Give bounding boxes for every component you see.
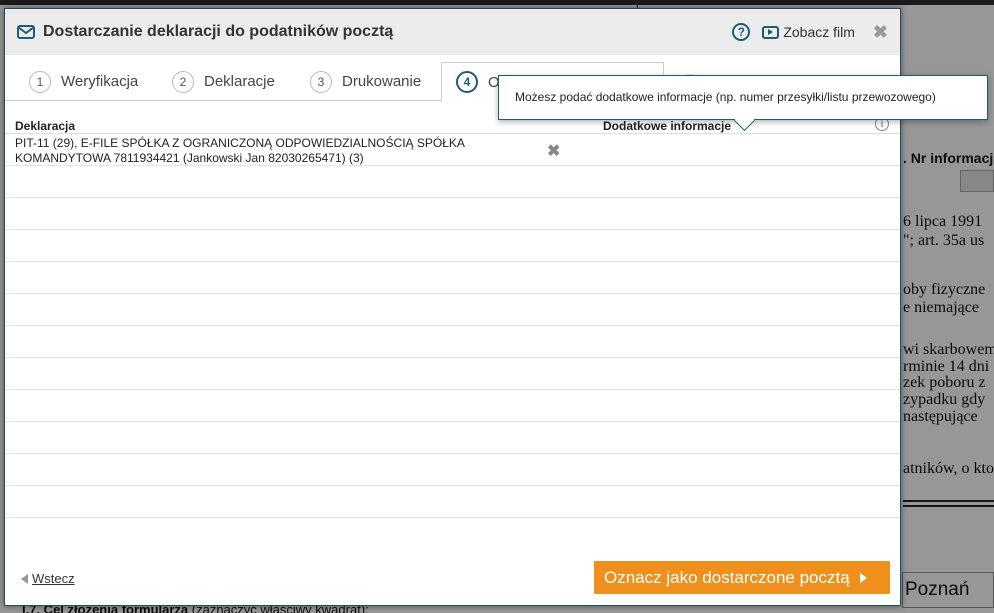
- back-arrow-icon: [21, 573, 28, 584]
- tab-verification[interactable]: 1 Weryfikacja: [29, 62, 138, 101]
- close-icon[interactable]: ✖: [873, 22, 888, 43]
- step-number: 3: [310, 70, 332, 93]
- remove-icon[interactable]: ✖: [547, 141, 560, 161]
- table-row: [5, 294, 900, 326]
- step-number: 2: [172, 70, 194, 93]
- video-icon: [762, 25, 780, 39]
- table-row: [5, 358, 900, 390]
- dialog-header: Dostarczanie deklaracji do podatników po…: [5, 9, 900, 55]
- step-number: 4: [456, 71, 478, 93]
- tab-declarations[interactable]: 2 Deklaracje: [172, 62, 275, 101]
- column-additional-info: Dodatkowe informacje: [603, 119, 732, 133]
- table-row: [5, 422, 900, 454]
- help-icon[interactable]: ?: [732, 23, 751, 41]
- declaration-cell: PIT-11 (29), E-FILE SPÓŁKA Z OGRANICZONĄ…: [15, 136, 465, 165]
- tab-label: Deklaracje: [204, 73, 275, 90]
- tab-label: Drukowanie: [342, 73, 422, 90]
- tab-printing[interactable]: 3 Drukowanie: [310, 62, 421, 101]
- table-row: [5, 454, 900, 486]
- table-row: [5, 230, 900, 262]
- column-declaration: Deklaracja: [15, 119, 76, 133]
- play-arrow-icon: [859, 572, 867, 583]
- step-number: 1: [29, 70, 51, 93]
- table-row: [5, 390, 900, 422]
- declarations-table: Deklaracja Dodatkowe informacje i PIT-11…: [5, 114, 900, 518]
- back-label: Wstecz: [32, 571, 75, 586]
- tab-label: Weryfikacja: [61, 73, 139, 90]
- table-row: [5, 198, 900, 230]
- dialog-title: Dostarczanie deklaracji do podatników po…: [43, 23, 394, 40]
- header-actions: ? Zobacz film ✖: [732, 9, 888, 55]
- table-row: [5, 262, 900, 294]
- table-row: [5, 326, 900, 358]
- table-row: [5, 486, 900, 518]
- table-row: PIT-11 (29), E-FILE SPÓŁKA Z OGRANICZONĄ…: [5, 134, 900, 166]
- watch-film-label: Zobacz film: [783, 24, 855, 40]
- envelope-icon: [17, 25, 35, 39]
- watch-film-link[interactable]: Zobacz film: [762, 24, 855, 40]
- additional-info-tooltip: Możesz podać dodatkowe informacje (np. n…: [498, 75, 988, 120]
- table-row: [5, 166, 900, 198]
- mark-delivered-button[interactable]: Oznacz jako dostarczone pocztą: [594, 561, 890, 594]
- mark-delivered-label: Oznacz jako dostarczone pocztą: [604, 567, 850, 587]
- back-link[interactable]: Wstecz: [21, 571, 75, 586]
